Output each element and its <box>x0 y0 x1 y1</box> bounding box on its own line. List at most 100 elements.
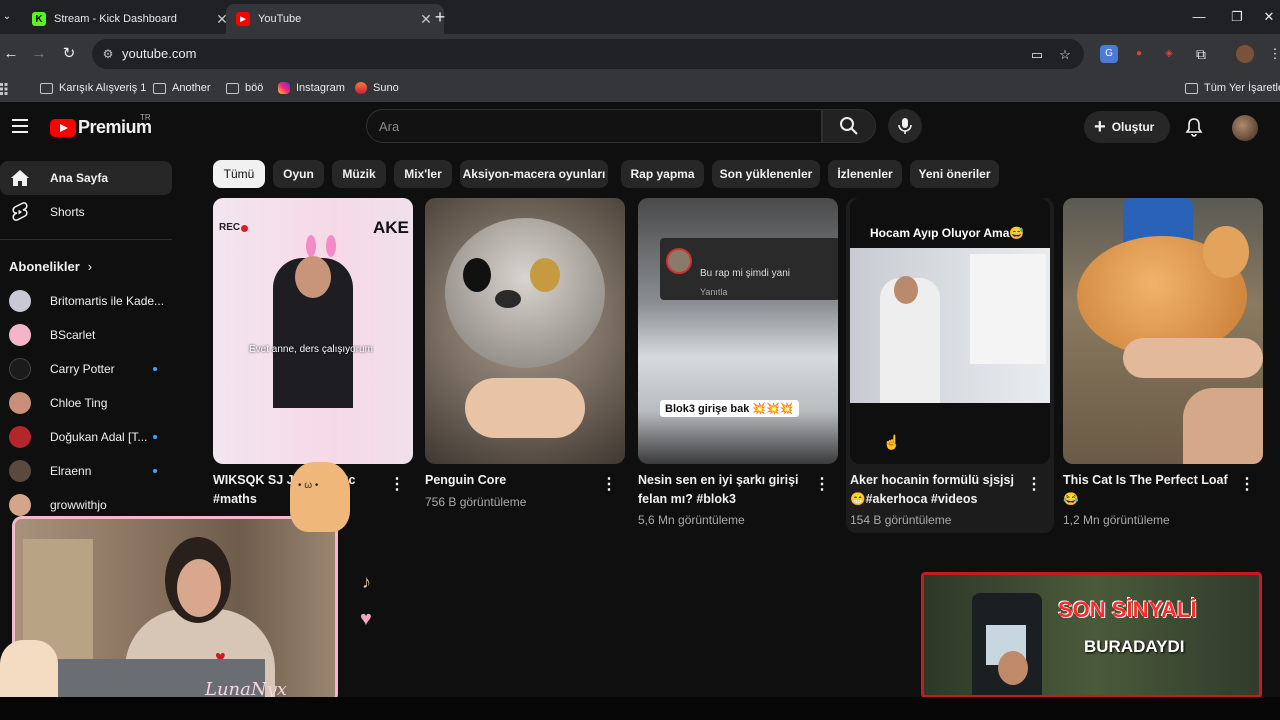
menu-icon[interactable] <box>12 119 28 133</box>
channel-name: growwithjo <box>50 498 107 512</box>
subscription-item[interactable]: Chloe Ting <box>0 386 172 420</box>
miniplayer-video[interactable]: SON SİNYALİ BURADAYDI <box>921 572 1262 698</box>
url-text[interactable]: youtube.com <box>122 46 196 61</box>
cat-sticker-face: • ω • <box>298 480 319 491</box>
voice-search-button[interactable] <box>888 109 922 143</box>
more-options-icon[interactable]: ⋮ <box>814 476 830 494</box>
chip-action-adventure[interactable]: Aksiyon-macera oyunları <box>460 160 608 188</box>
cast-icon[interactable]: ▭ <box>1028 46 1046 64</box>
miniplayer-headline: SON SİNYALİ <box>1058 597 1197 622</box>
address-bar[interactable]: ⚙ youtube.com ▭ ☆ <box>92 39 1084 69</box>
bookmark-suno[interactable]: Suno <box>355 79 399 97</box>
back-icon[interactable]: ← <box>0 43 22 65</box>
video-thumbnail[interactable] <box>1063 198 1263 464</box>
channel-avatar <box>9 392 31 414</box>
tab-kick-dashboard[interactable]: K Stream - Kick Dashboard ✕ <box>22 4 240 34</box>
notifications-bell-icon[interactable] <box>1184 117 1204 137</box>
video-title[interactable]: Aker hocanin formülü sjsjsj 😁#akerhoca #… <box>850 471 1022 509</box>
hands <box>465 378 585 438</box>
tab-youtube[interactable]: ▶ YouTube ✕ <box>226 4 444 34</box>
account-avatar[interactable] <box>1232 115 1258 141</box>
person-face <box>295 256 331 298</box>
new-tab-button[interactable]: + <box>430 8 450 28</box>
sidebar-item-shorts[interactable]: Shorts <box>0 195 172 229</box>
youtube-premium-logo[interactable]: Premium TR <box>50 113 152 138</box>
penguin-beak <box>495 290 521 308</box>
folder-icon <box>226 82 239 94</box>
sidebar-item-home[interactable]: Ana Sayfa <box>0 161 172 195</box>
bookmark-star-icon[interactable]: ☆ <box>1056 46 1074 64</box>
sidebar-item-label: Ana Sayfa <box>50 171 109 185</box>
video-thumbnail[interactable]: Bu rap mi şimdi yani Yanıtla Blok3 giriş… <box>638 198 838 464</box>
chevron-right-icon: › <box>87 259 93 274</box>
more-options-icon[interactable]: ⋮ <box>1239 476 1255 494</box>
chip-music[interactable]: Müzik <box>332 160 386 188</box>
chip-watched[interactable]: İzlenenler <box>828 160 902 188</box>
chip-rap[interactable]: Rap yapma <box>621 160 704 188</box>
channel-name: Chloe Ting <box>50 396 108 410</box>
bookmark-folder-another[interactable]: Another <box>153 79 211 97</box>
view-count: 5,6 Mn görüntüleme <box>638 513 745 527</box>
subscription-item[interactable]: BScarlet <box>0 318 172 352</box>
bookmark-label: Instagram <box>296 82 345 94</box>
channel-avatar <box>9 494 31 516</box>
subscription-item[interactable]: Britomartis ile Kade... <box>0 284 172 318</box>
board-notes <box>970 254 1046 364</box>
more-options-icon[interactable]: ⋮ <box>1026 476 1042 494</box>
browser-menu-icon[interactable]: ⋮ <box>1266 45 1280 63</box>
extensions-puzzle-icon[interactable]: ⧉ <box>1192 45 1210 63</box>
subscription-item[interactable]: Carry Potter <box>0 352 172 386</box>
streamer-webcam-overlay: ♥ LunaNyx <box>12 516 338 704</box>
video-overlay-text: Hocam Ayıp Oluyor Ama😅 <box>870 226 1025 240</box>
video-thumbnail[interactable]: REC AKE Evet anne, ders çalışıyorum <box>213 198 413 464</box>
browser-toolbar: ← → ↻ ⚙ youtube.com ▭ ☆ G ● ◈ ⧉ ⋮ <box>0 34 1280 74</box>
forward-icon[interactable]: → <box>28 43 50 65</box>
cat-head <box>1203 226 1249 278</box>
channel-name: BScarlet <box>50 328 96 342</box>
bookmark-folder-boo[interactable]: böö <box>226 79 263 97</box>
search-placeholder: Ara <box>379 119 400 134</box>
maximize-button[interactable]: ❐ <box>1224 6 1250 28</box>
reload-icon[interactable]: ↻ <box>58 43 80 65</box>
bookmark-instagram[interactable]: Instagram <box>278 79 345 97</box>
profile-avatar[interactable] <box>1236 45 1254 63</box>
create-button[interactable]: + Oluştur <box>1084 111 1170 143</box>
sidebar-item-label: Shorts <box>50 205 85 219</box>
translate-extension-icon[interactable]: G <box>1100 45 1118 63</box>
close-window-button[interactable]: ✕ <box>1256 6 1280 28</box>
youtube-play-icon <box>50 118 76 137</box>
minimize-button[interactable]: — <box>1186 6 1212 28</box>
chip-mixes[interactable]: Mix'ler <box>394 160 452 188</box>
youtube-header: Premium TR Ara + Oluştur <box>0 103 1280 151</box>
channel-avatar <box>9 426 31 448</box>
search-input[interactable]: Ara <box>366 109 822 143</box>
site-info-icon[interactable]: ⚙ <box>100 46 116 62</box>
subscription-item[interactable]: Doğukan Adal [T... <box>0 420 172 454</box>
bookmark-folder-karisik[interactable]: Karışık Alışveriş 1 <box>40 79 146 97</box>
chip-all[interactable]: Tümü <box>213 160 265 188</box>
apps-grid-icon[interactable] <box>0 82 12 95</box>
folder-icon <box>1185 82 1198 94</box>
more-options-icon[interactable]: ⋮ <box>389 476 405 494</box>
rec-label: REC <box>219 222 241 233</box>
instagram-icon <box>278 82 290 94</box>
new-content-dot <box>153 367 157 371</box>
chip-new-to-you[interactable]: Yeni öneriler <box>910 160 999 188</box>
video-thumbnail[interactable] <box>425 198 625 464</box>
chip-gaming[interactable]: Oyun <box>273 160 324 188</box>
subscription-item[interactable]: Elraenn <box>0 454 172 488</box>
search-button[interactable] <box>822 109 876 143</box>
extension-icon[interactable]: ● <box>1130 45 1148 63</box>
all-bookmarks-folder[interactable]: Tüm Yer İşaretle <box>1185 79 1280 97</box>
chip-recently-uploaded[interactable]: Son yüklenenler <box>712 160 820 188</box>
subscriptions-heading[interactable]: Abonelikler › <box>9 259 92 274</box>
shield-extension-icon[interactable]: ◈ <box>1160 45 1178 63</box>
video-title[interactable]: Nesin sen en iyi şarkı girişi felan mı? … <box>638 471 810 509</box>
video-title[interactable]: This Cat Is The Perfect Loaf 😂 <box>1063 471 1235 509</box>
video-thumbnail[interactable]: Hocam Ayıp Oluyor Ama😅 ☝ <box>850 198 1050 464</box>
music-note-icon: ♪ <box>362 572 371 592</box>
more-options-icon[interactable]: ⋮ <box>601 476 617 494</box>
video-title[interactable]: Penguin Core <box>425 471 597 490</box>
tab-search-icon[interactable]: ⌄ <box>0 6 14 28</box>
record-dot-icon <box>241 225 248 232</box>
